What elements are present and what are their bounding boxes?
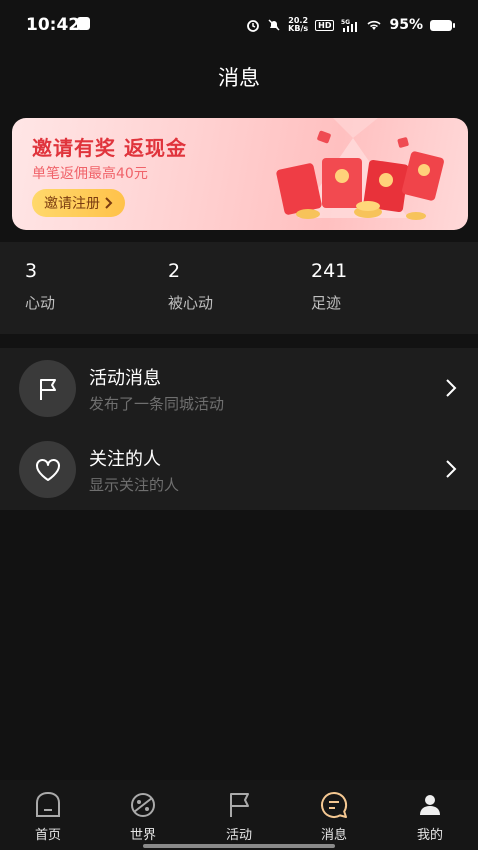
red-envelope-illustration <box>276 118 444 220</box>
list-item-following[interactable]: 关注的人 显示关注的人 <box>0 429 478 510</box>
status-time: 10:42 <box>26 15 81 35</box>
list-item-activity-messages[interactable]: 活动消息 发布了一条同城活动 <box>0 348 478 429</box>
tab-label: 世界 <box>129 828 156 843</box>
activity-avatar <box>19 360 76 417</box>
tab-activity[interactable]: 活动 <box>199 790 279 843</box>
list-item-title: 关注的人 <box>89 449 161 470</box>
stat-label: 心动 <box>25 294 56 312</box>
tab-home[interactable]: 首页 <box>8 790 88 843</box>
list-item-subtitle: 显示关注的人 <box>89 476 180 494</box>
status-icons: 20.2 KB/s HD 5G 95% <box>246 13 455 37</box>
stat-likes[interactable]: 3 心动 <box>25 260 55 313</box>
invite-register-label: 邀请注册 <box>44 196 100 212</box>
chevron-right-icon <box>446 379 457 397</box>
stat-label: 足迹 <box>311 294 342 312</box>
tab-label: 活动 <box>225 828 252 843</box>
chevron-right-icon <box>446 460 457 478</box>
tab-label: 消息 <box>320 828 347 843</box>
tab-messages[interactable]: 消息 <box>294 790 374 843</box>
svg-text:5G: 5G <box>341 19 350 26</box>
stat-footprints[interactable]: 241 足迹 <box>311 260 347 313</box>
signal-icon: 5G <box>341 19 358 32</box>
battery-percent: 95% <box>389 17 423 33</box>
message-icon <box>321 791 348 818</box>
wifi-icon <box>367 20 382 30</box>
message-list: 活动消息 发布了一条同城活动 关注的人 显示关注的人 <box>0 348 478 510</box>
app-notification-icon <box>77 17 90 30</box>
stat-liked-by[interactable]: 2 被心动 <box>168 260 213 313</box>
heart-icon <box>35 458 60 481</box>
mute-bell-icon <box>268 19 280 31</box>
stat-count: 241 <box>311 260 348 282</box>
page-title: 消息 <box>218 66 260 90</box>
following-avatar <box>19 441 76 498</box>
list-item-subtitle: 发布了一条同城活动 <box>89 395 225 413</box>
tab-label: 我的 <box>416 828 443 843</box>
person-icon <box>420 795 440 815</box>
chevron-right-icon <box>105 197 113 209</box>
flag-icon <box>230 793 249 817</box>
battery-icon <box>430 19 455 31</box>
hd-badge: HD <box>315 19 335 31</box>
planet-icon <box>131 793 155 817</box>
home-icon <box>36 791 60 817</box>
stats-panel: 3 心动 2 被心动 241 足迹 <box>0 242 478 334</box>
home-indicator[interactable] <box>143 844 335 848</box>
bottom-tab-bar: 首页 世界 活动 消息 我的 <box>0 780 478 850</box>
banner-title: 邀请有奖 返现金 <box>32 136 187 160</box>
tab-label: 首页 <box>34 828 61 843</box>
status-bar: 10:42 20.2 KB/s HD 5G 95% <box>0 0 478 48</box>
tab-mine[interactable]: 我的 <box>390 790 470 843</box>
tab-world[interactable]: 世界 <box>103 790 183 843</box>
banner-subtitle: 单笔返佣最高40元 <box>32 166 148 182</box>
alarm-icon <box>247 20 260 32</box>
network-speed: 20.2 KB/s <box>288 16 309 33</box>
stat-label: 被心动 <box>168 294 214 312</box>
stat-count: 2 <box>168 260 181 282</box>
stat-count: 3 <box>25 260 38 282</box>
invite-register-button[interactable]: 邀请注册 <box>32 189 125 217</box>
flag-icon <box>39 378 56 400</box>
list-item-title: 活动消息 <box>89 368 161 389</box>
invite-banner[interactable]: 邀请有奖 返现金 单笔返佣最高40元 邀请注册 <box>12 118 468 230</box>
